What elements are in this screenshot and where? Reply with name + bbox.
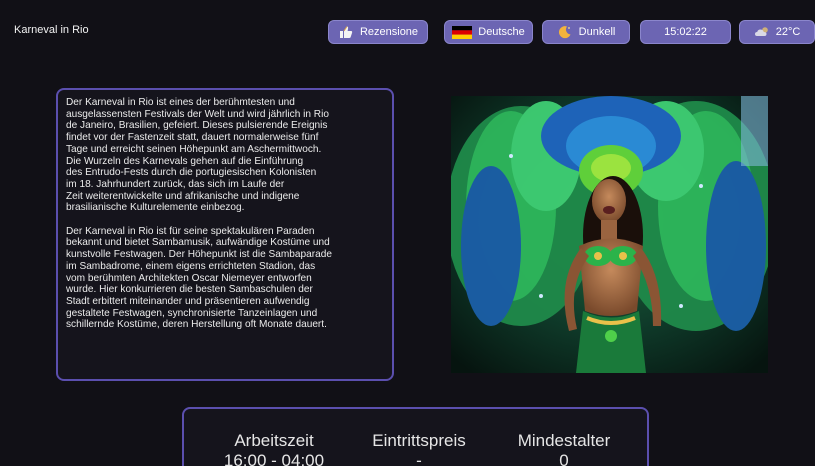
theme-label: Dunkell xyxy=(578,26,616,38)
thumbs-up-icon xyxy=(338,25,354,39)
description-panel: Der Karneval in Rio ist eines der berühm… xyxy=(56,88,394,381)
language-label: Deutsche xyxy=(478,26,525,38)
entry-price-value: - xyxy=(416,451,422,466)
german-flag-icon xyxy=(452,25,473,39)
carnival-photo xyxy=(451,96,768,373)
clock-display: 15:02:22 xyxy=(640,20,731,44)
theme-button[interactable]: Dunkell xyxy=(542,20,630,44)
minimum-age: Mindestalter 0 xyxy=(499,431,629,466)
opening-hours-label: Arbeitszeit xyxy=(234,431,314,450)
cloud-icon xyxy=(754,25,770,39)
info-panel: Arbeitszeit 16:00 - 04:00 Eintrittspreis… xyxy=(182,407,649,466)
review-button[interactable]: Rezensione xyxy=(328,20,428,44)
temperature-value: 22°C xyxy=(775,26,801,38)
review-label: Rezensione xyxy=(359,26,419,38)
page-title: Karneval in Rio xyxy=(14,24,89,36)
language-button[interactable]: Deutsche xyxy=(444,20,533,44)
minimum-age-label: Mindestalter xyxy=(517,431,611,450)
time-value: 15:02:22 xyxy=(664,26,707,38)
entry-price: Eintrittspreis - xyxy=(354,431,484,466)
moon-icon xyxy=(557,25,573,39)
opening-hours: Arbeitszeit 16:00 - 04:00 xyxy=(214,431,334,466)
opening-hours-value: 16:00 - 04:00 xyxy=(223,451,325,466)
description-paragraph-1: Der Karneval in Rio ist eines der berühm… xyxy=(66,97,329,214)
minimum-age-value: 0 xyxy=(559,451,569,466)
weather-display: 22°C xyxy=(739,20,815,44)
description-paragraph-2: Der Karneval in Rio ist für seine spekta… xyxy=(66,225,332,331)
app-screen: Karneval in Rio Rezensione Deutsche Dunk… xyxy=(0,0,815,466)
entry-price-label: Eintrittspreis xyxy=(372,431,466,450)
